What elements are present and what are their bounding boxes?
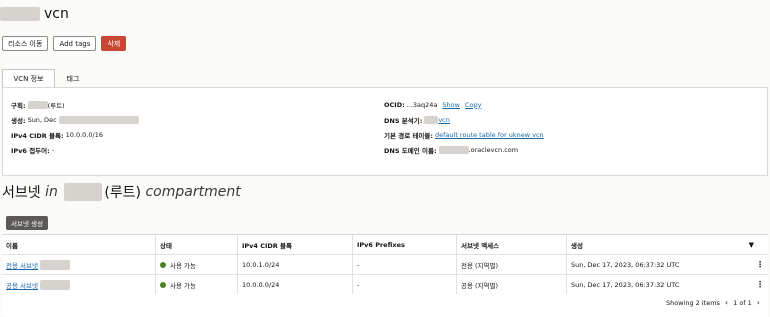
page-title: vcn	[44, 6, 69, 22]
available-status-icon	[160, 261, 166, 268]
item-count: Showing 2 items	[665, 298, 720, 307]
table-row: 공용 서브넷 사용 가능 10.0.0.0/24 - 공용 (지역별) Sun,…	[2, 274, 768, 294]
column-name[interactable]: 이름	[2, 235, 156, 254]
available-status-icon	[160, 281, 166, 288]
column-created[interactable]: 생성 ▼	[567, 235, 768, 254]
column-ipv4-cidr[interactable]: IPv4 CIDR 블록	[238, 235, 353, 254]
ocid-show-link[interactable]: Show	[442, 101, 460, 109]
sort-desc-icon[interactable]: ▼	[749, 241, 754, 249]
create-subnet-button[interactable]: 서브넷 생성	[6, 216, 48, 230]
tab-vcn-info[interactable]: VCN 정보	[2, 69, 55, 88]
row-actions-icon[interactable]: ⋮	[756, 260, 764, 269]
ipv6-row: IPv6 접두어: -	[11, 145, 55, 155]
column-ipv6-prefixes[interactable]: IPv6 Prefixes	[353, 235, 457, 254]
dns-domain-row: DNS 도메인 이름: .oraclevcn.com	[384, 145, 519, 155]
table-row: 전용 서브넷 사용 가능 10.0.1.0/24 - 전용 (지역별) Sun,…	[2, 254, 768, 274]
compartment-row: 구획: (루트)	[11, 100, 65, 110]
vcn-details-panel: 구획: (루트) 생성: Sun, Dec IPv4 CIDR 블록: 10.0…	[2, 87, 768, 176]
table-header: 이름 상태 IPv4 CIDR 블록 IPv6 Prefixes 서브넷 액세스…	[2, 235, 768, 254]
redacted-name	[0, 7, 40, 21]
row-actions-icon[interactable]: ⋮	[756, 280, 764, 289]
ocid-copy-link[interactable]: Copy	[465, 101, 482, 109]
column-state[interactable]: 상태	[156, 235, 238, 254]
cidr-row: IPv4 CIDR 블록: 10.0.0.0/16	[11, 130, 103, 140]
page-header: vcn	[0, 4, 69, 24]
table-footer: Showing 2 items ‹ 1 of 1 ›	[666, 298, 760, 307]
dns-resolver-link[interactable]: vcn	[438, 116, 450, 124]
dns-resolver-row: DNS 분석기: vcn	[384, 115, 450, 125]
tab-bar: VCN 정보 태그	[0, 69, 770, 88]
subnets-table: 이름 상태 IPv4 CIDR 블록 IPv6 Prefixes 서브넷 액세스…	[2, 234, 768, 316]
subnet-name-link[interactable]: 공용 서브넷	[6, 280, 38, 290]
page-indicator: 1 of 1	[733, 298, 752, 307]
next-page-icon[interactable]: ›	[757, 298, 760, 307]
route-table-link[interactable]: default route table for uknew vcn	[435, 131, 544, 139]
subnets-heading: 서브넷 in (루트) compartment	[2, 183, 241, 201]
tab-tags[interactable]: 태그	[59, 69, 87, 88]
route-table-row: 기본 경로 테이블: default route table for uknew…	[384, 130, 544, 140]
delete-button[interactable]: 삭제	[101, 36, 127, 51]
prev-page-icon[interactable]: ‹	[725, 298, 728, 307]
move-resource-button[interactable]: 리소스 이동	[2, 36, 49, 51]
ocid-row: OCID: ...3aq24a Show Copy	[384, 100, 482, 109]
action-bar: 리소스 이동 Add tags 삭제	[2, 36, 127, 51]
add-tags-button[interactable]: Add tags	[53, 36, 97, 51]
column-subnet-access[interactable]: 서브넷 액세스	[457, 235, 567, 254]
created-row: 생성: Sun, Dec	[11, 115, 139, 125]
subnet-name-link[interactable]: 전용 서브넷	[6, 260, 38, 270]
